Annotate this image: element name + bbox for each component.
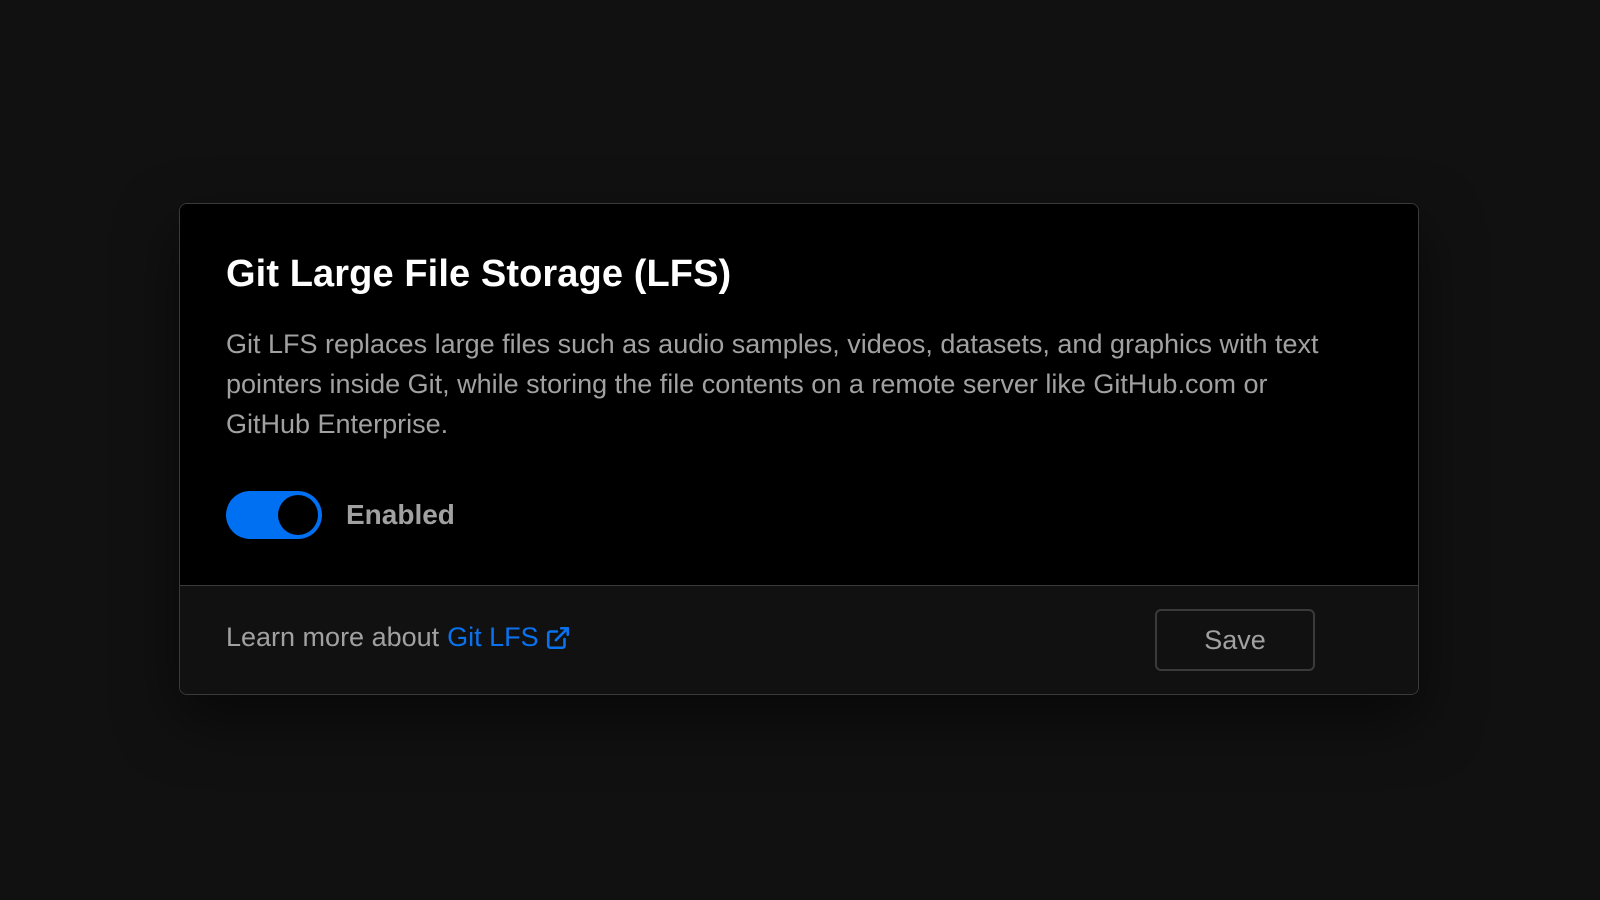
save-button[interactable]: Save (1155, 609, 1315, 671)
toggle-label: Enabled (346, 499, 455, 530)
settings-card: Git Large File Storage (LFS) Git LFS rep… (179, 203, 1419, 695)
git-lfs-link[interactable]: Git LFS (447, 622, 571, 653)
lfs-toggle-switch[interactable] (226, 491, 322, 539)
git-lfs-link-label: Git LFS (447, 622, 539, 652)
card-footer: Learn more about Git LFS Save (180, 585, 1418, 694)
toggle-knob (278, 495, 318, 535)
learn-more-prefix: Learn more about (226, 622, 440, 652)
external-link-icon (546, 626, 569, 649)
card-title: Git Large File Storage (LFS) (226, 253, 732, 295)
lfs-toggle-row: Enabled (226, 491, 455, 539)
card-description: Git LFS replaces large files such as aud… (226, 329, 1319, 439)
learn-more-text: Learn more about Git LFS (226, 622, 571, 653)
card-body: Git Large File Storage (LFS) Git LFS rep… (180, 204, 1418, 587)
